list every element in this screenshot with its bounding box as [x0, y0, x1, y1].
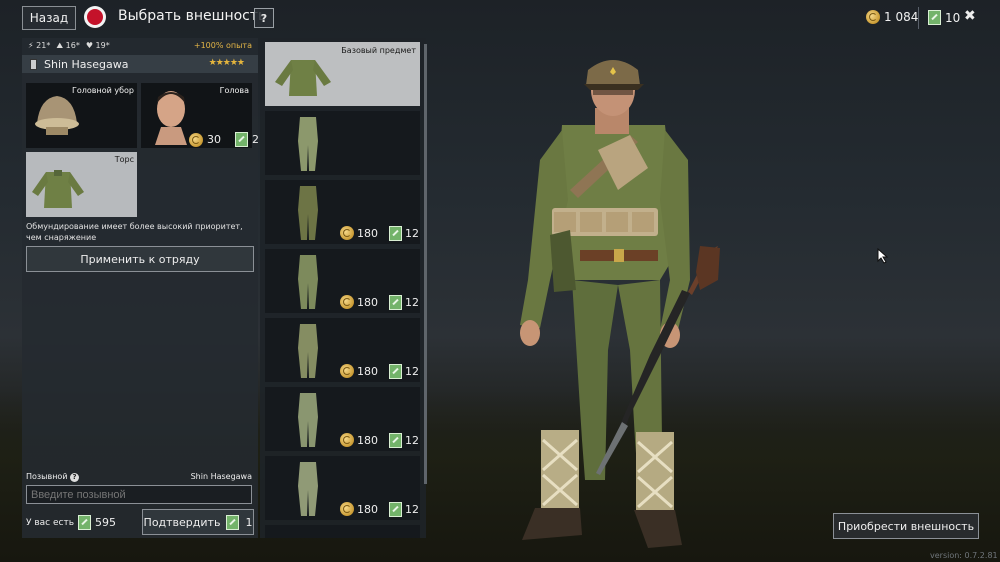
appearance-panel: ⚡ 21* ⛰ 16* ♥ 19* +100% опыта Shin Haseg…	[22, 38, 259, 538]
soldier-stars: ★★★★★	[208, 58, 245, 68]
xp-bonus: +100% опыта	[193, 41, 252, 50]
uniform-thumbnail	[275, 60, 331, 96]
ticket-balance-note: У вас есть 595	[26, 515, 116, 530]
ticket-balance: 10	[928, 10, 960, 25]
list-item[interactable]: 180 12	[265, 318, 420, 382]
slot-headwear[interactable]: Головной убор	[26, 83, 137, 148]
back-button[interactable]: Назад	[22, 6, 76, 30]
soldier-model	[520, 60, 720, 548]
list-scrollbar[interactable]	[424, 44, 427, 484]
silver-balance: 1 084	[866, 10, 918, 24]
list-item[interactable]: 180 12	[265, 180, 420, 244]
silver-coin-icon	[189, 132, 203, 147]
ticket-icon	[928, 10, 941, 25]
item-price-tickets: 12	[389, 433, 419, 448]
uniform-thumbnail	[298, 255, 318, 309]
confirm-label: Подтвердить	[143, 515, 221, 529]
callsign-label-text: Позывной	[26, 472, 68, 481]
silver-coin-icon	[340, 502, 354, 516]
item-price-silver: 180	[340, 295, 378, 309]
stat-1: ⚡ 21*	[28, 41, 51, 50]
item-price-tickets: 12	[389, 295, 419, 310]
silver-coin-icon	[866, 10, 880, 24]
list-item[interactable]	[265, 111, 420, 175]
head-price-silver: 30	[207, 133, 221, 146]
soldier-name: Shin Hasegawa	[44, 58, 129, 71]
apply-to-squad-button[interactable]: Применить к отряду	[26, 246, 254, 272]
slot-head[interactable]: Голова 30 2	[141, 83, 259, 148]
appearance-list: Базовый предмет 180 12 180 12 180 12 180…	[260, 38, 426, 538]
help-button[interactable]: ?	[254, 8, 274, 28]
ticket-icon	[78, 515, 92, 530]
uniform-thumbnail	[298, 117, 318, 171]
list-item[interactable]: Базовый предмет	[265, 42, 420, 106]
confirm-tickets: 1	[245, 515, 253, 529]
list-item[interactable]: 180 12	[265, 456, 420, 520]
head-price-tickets: 2	[252, 133, 259, 146]
item-price-tickets: 12	[389, 502, 419, 517]
soldier-row[interactable]: Shin Hasegawa ★★★★★	[22, 55, 258, 73]
silver-coin-icon	[340, 364, 354, 378]
uniform-thumbnail	[298, 324, 318, 378]
callsign-input[interactable]	[26, 485, 252, 504]
item-label: Базовый предмет	[341, 46, 416, 55]
ticket-icon	[235, 132, 248, 147]
callsign-help-icon[interactable]: ?	[70, 473, 80, 482]
head-price: 30 2	[189, 132, 259, 147]
divider	[918, 7, 919, 29]
record-icon	[84, 6, 106, 28]
silver-coin-icon	[340, 226, 354, 240]
ticket-icon	[389, 226, 402, 241]
priority-note: Обмундирование имеет более высокий приор…	[26, 222, 243, 242]
list-item[interactable]: 180 12	[265, 249, 420, 313]
ticket-icon	[389, 502, 402, 517]
item-price-tickets: 12	[389, 364, 419, 379]
item-price-silver: 180	[340, 502, 378, 516]
item-price-silver: 180	[340, 226, 378, 240]
soldier-stats: ⚡ 21* ⛰ 16* ♥ 19*	[28, 41, 110, 51]
top-bar: Назад Выбрать внешность ? 1 084 10 ✖	[0, 0, 1000, 36]
ticket-icon	[226, 514, 240, 530]
buy-appearance-button[interactable]: Приобрести внешность	[833, 513, 979, 539]
item-price-silver: 180	[340, 433, 378, 447]
item-price-silver: 180	[340, 364, 378, 378]
slot-head-label: Голова	[219, 86, 249, 95]
headwear-thumbnail	[35, 96, 79, 135]
list-item[interactable]	[265, 525, 420, 538]
callsign-label: Позывной ?	[26, 472, 80, 482]
page-title: Выбрать внешность	[118, 8, 267, 24]
have-tickets: 595	[95, 516, 117, 529]
slot-torso[interactable]: Торс	[26, 152, 137, 217]
mouse-cursor-icon	[877, 248, 889, 264]
head-thumbnail	[155, 91, 187, 145]
have-label: У вас есть	[26, 517, 75, 528]
uniform-thumbnail	[298, 186, 318, 240]
ticket-icon	[389, 433, 402, 448]
silver-coin-icon	[340, 433, 354, 447]
stat-2: ⛰ 16*	[56, 41, 80, 50]
ticket-amount: 10	[945, 10, 961, 25]
confirm-callsign-button[interactable]: Подтвердить 1	[142, 509, 254, 535]
silver-coin-icon	[340, 295, 354, 309]
torso-thumbnail	[32, 170, 84, 208]
item-price-tickets: 12	[389, 226, 419, 241]
version-label: version: 0.7.2.81	[930, 551, 998, 560]
callsign-current-name: Shin Hasegawa	[190, 472, 252, 481]
stat-3: ♥ 19*	[85, 41, 110, 50]
uniform-thumbnail	[298, 393, 318, 447]
rank-icon	[30, 59, 37, 70]
ticket-icon	[389, 364, 402, 379]
ticket-icon	[389, 295, 402, 310]
silver-amount: 1 084	[884, 10, 919, 24]
slot-torso-label: Торс	[114, 155, 134, 164]
uniform-thumbnail	[298, 462, 318, 516]
close-button[interactable]: ✖	[964, 8, 976, 24]
list-item[interactable]: 180 12	[265, 387, 420, 451]
